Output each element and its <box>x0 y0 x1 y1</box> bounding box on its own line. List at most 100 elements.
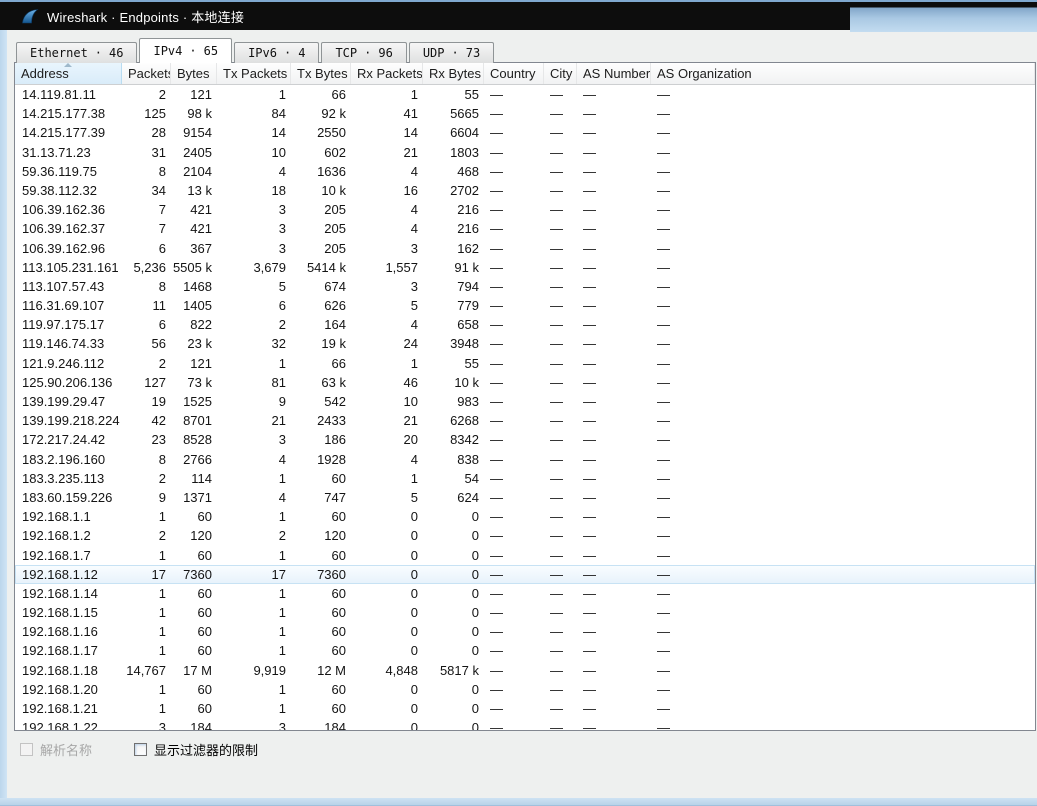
table-row[interactable]: 192.168.1.223184318400———— <box>15 718 1035 730</box>
table-row[interactable]: 183.3.235.1132114160154———— <box>15 469 1035 488</box>
table-row[interactable]: 121.9.246.1122121166155———— <box>15 354 1035 373</box>
column-header-as-number[interactable]: AS Number <box>577 63 651 84</box>
table-row[interactable]: 14.215.177.3812598 k8492 k415665———— <box>15 104 1035 123</box>
cell-tx-bytes: 66 <box>291 85 351 104</box>
cell-city: — <box>544 181 577 200</box>
table-row[interactable]: 59.36.119.7582104416364468———— <box>15 162 1035 181</box>
cell-city: — <box>544 277 577 296</box>
table-row[interactable]: 113.107.57.438146856743794———— <box>15 277 1035 296</box>
cell-city: — <box>544 718 577 730</box>
table-row[interactable]: 106.39.162.96636732053162———— <box>15 239 1035 258</box>
cell-as-organization: — <box>651 392 1035 411</box>
cell-country: — <box>484 699 544 718</box>
cell-rx-bytes: 5817 k <box>423 661 484 680</box>
cell-bytes: 1371 <box>171 488 217 507</box>
table-body[interactable]: 14.119.81.112121166155————14.215.177.381… <box>15 85 1035 730</box>
cell-packets: 1 <box>122 603 171 622</box>
cell-as-number: — <box>577 296 651 315</box>
column-header-city[interactable]: City <box>544 63 577 84</box>
cell-as-organization: — <box>651 430 1035 449</box>
table-row[interactable]: 139.199.218.224428701212433216268———— <box>15 411 1035 430</box>
cell-as-number: — <box>577 450 651 469</box>
resolve-names-checkbox: 解析名称 <box>20 740 92 759</box>
column-header-label: AS Organization <box>657 66 752 81</box>
cell-as-organization: — <box>651 334 1035 353</box>
cell-as-organization: — <box>651 411 1035 430</box>
table-row[interactable]: 172.217.24.422385283186208342———— <box>15 430 1035 449</box>
table-row[interactable]: 125.90.206.13612773 k8163 k4610 k———— <box>15 373 1035 392</box>
tab-tcp[interactable]: TCP·96 <box>321 42 406 63</box>
table-row[interactable]: 192.168.1.2116016000———— <box>15 699 1035 718</box>
cell-as-number: — <box>577 354 651 373</box>
table-row[interactable]: 106.39.162.36742132054216———— <box>15 200 1035 219</box>
cell-packets: 1 <box>122 641 171 660</box>
cell-address: 192.168.1.7 <box>15 546 122 565</box>
cell-as-number: — <box>577 162 651 181</box>
tab-ipv4[interactable]: IPv4·65 <box>139 38 232 63</box>
column-header-rx-bytes[interactable]: Rx Bytes <box>423 63 484 84</box>
tab-ipv6[interactable]: IPv6·4 <box>234 42 319 63</box>
table-row[interactable]: 192.168.1.1814,76717 M9,91912 M4,8485817… <box>15 661 1035 680</box>
column-header-rx-packets[interactable]: Rx Packets <box>351 63 423 84</box>
column-header-label: Rx Bytes <box>429 66 481 81</box>
table-row[interactable]: 119.97.175.17682221644658———— <box>15 315 1035 334</box>
cell-country: — <box>484 661 544 680</box>
tab-udp[interactable]: UDP·73 <box>409 42 494 63</box>
table-row[interactable]: 139.199.29.47191525954210983———— <box>15 392 1035 411</box>
table-row[interactable]: 192.168.1.1217736017736000———— <box>15 565 1035 584</box>
table-row[interactable]: 192.168.1.716016000———— <box>15 546 1035 565</box>
table-row[interactable]: 113.105.231.1615,2365505 k3,6795414 k1,5… <box>15 258 1035 277</box>
column-header-packets[interactable]: Packets <box>122 63 171 84</box>
column-header-bytes[interactable]: Bytes <box>171 63 217 84</box>
table-row[interactable]: 59.38.112.323413 k1810 k162702———— <box>15 181 1035 200</box>
cell-country: — <box>484 411 544 430</box>
tab-separator: · <box>95 46 102 60</box>
cell-city: — <box>544 373 577 392</box>
column-header-tx-packets[interactable]: Tx Packets <box>217 63 291 84</box>
checkbox-unchecked-icon <box>20 743 33 756</box>
column-header-tx-bytes[interactable]: Tx Bytes <box>291 63 351 84</box>
table-row[interactable]: 106.39.162.37742132054216———— <box>15 219 1035 238</box>
cell-tx-bytes: 2433 <box>291 411 351 430</box>
cell-tx-packets: 3 <box>217 219 291 238</box>
table-row[interactable]: 192.168.1.1416016000———— <box>15 584 1035 603</box>
column-header-country[interactable]: Country <box>484 63 544 84</box>
table-row[interactable]: 192.168.1.2016016000———— <box>15 680 1035 699</box>
table-row[interactable]: 183.60.159.2269137147475624———— <box>15 488 1035 507</box>
sort-ascending-icon <box>64 63 72 67</box>
cell-country: — <box>484 239 544 258</box>
table-row[interactable]: 119.146.74.335623 k3219 k243948———— <box>15 334 1035 353</box>
cell-rx-bytes: 0 <box>423 546 484 565</box>
cell-country: — <box>484 104 544 123</box>
titlebar[interactable]: Wireshark · Endpoints · 本地连接 <box>0 0 1037 30</box>
column-header-address[interactable]: Address <box>15 63 122 84</box>
table-row[interactable]: 183.2.196.16082766419284838———— <box>15 450 1035 469</box>
table-row[interactable]: 192.168.1.1716016000———— <box>15 641 1035 660</box>
cell-bytes: 7360 <box>171 565 217 584</box>
table-row[interactable]: 192.168.1.22120212000———— <box>15 526 1035 545</box>
cell-city: — <box>544 315 577 334</box>
column-header-as-organization[interactable]: AS Organization <box>651 63 1035 84</box>
cell-as-number: — <box>577 565 651 584</box>
cell-as-number: — <box>577 641 651 660</box>
cell-rx-bytes: 162 <box>423 239 484 258</box>
table-row[interactable]: 14.119.81.112121166155———— <box>15 85 1035 104</box>
cell-as-number: — <box>577 411 651 430</box>
cell-bytes: 60 <box>171 603 217 622</box>
table-row[interactable]: 116.31.69.10711140566265779———— <box>15 296 1035 315</box>
table-row[interactable]: 192.168.1.1516016000———— <box>15 603 1035 622</box>
table-row[interactable]: 192.168.1.116016000———— <box>15 507 1035 526</box>
checkbox-unchecked-icon[interactable] <box>134 743 147 756</box>
limit-to-display-filter-checkbox[interactable]: 显示过滤器的限制 <box>134 740 258 759</box>
cell-as-number: — <box>577 334 651 353</box>
cell-tx-bytes: 747 <box>291 488 351 507</box>
cell-address: 192.168.1.22 <box>15 718 122 730</box>
cell-rx-bytes: 0 <box>423 526 484 545</box>
table-row[interactable]: 192.168.1.1616016000———— <box>15 622 1035 641</box>
cell-tx-packets: 32 <box>217 334 291 353</box>
table-row[interactable]: 14.215.177.39289154142550146604———— <box>15 123 1035 142</box>
cell-packets: 8 <box>122 162 171 181</box>
tab-ethernet[interactable]: Ethernet·46 <box>16 42 137 63</box>
tab-label: TCP <box>335 46 357 60</box>
table-row[interactable]: 31.13.71.2331240510602211803———— <box>15 143 1035 162</box>
